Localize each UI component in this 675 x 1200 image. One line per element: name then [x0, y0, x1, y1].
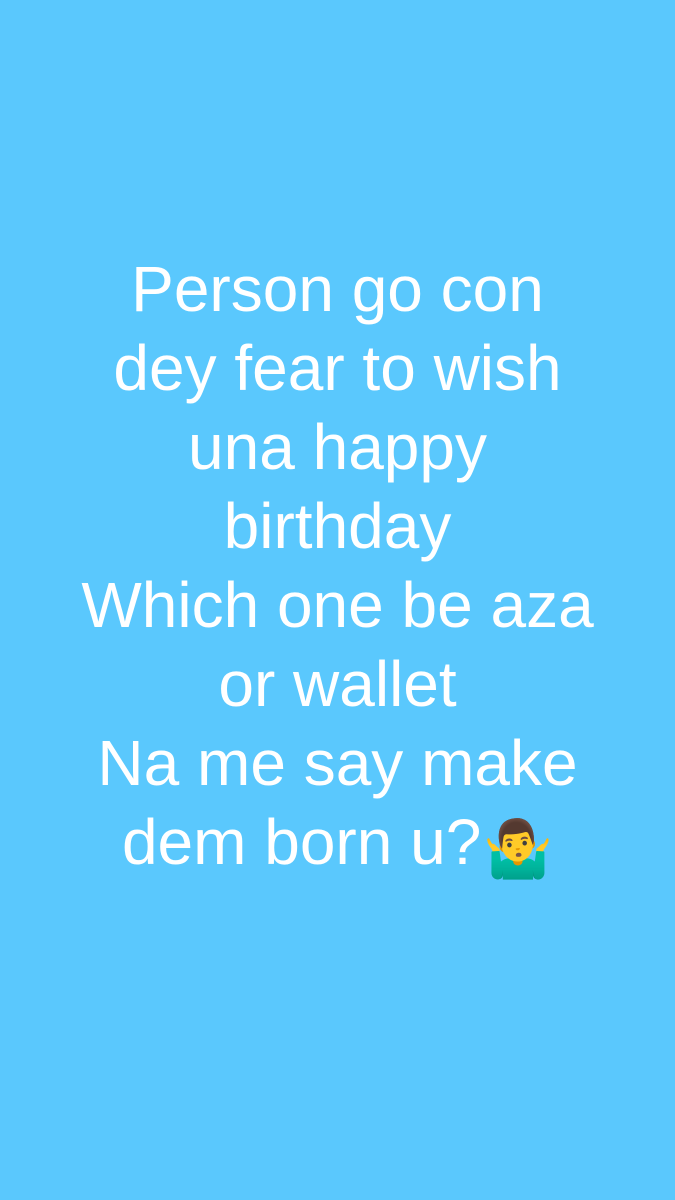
status-line-7: Na me say make: [97, 727, 578, 799]
status-text: Person go con dey fear to wish una happy…: [0, 250, 675, 882]
status-line-1: Person go con: [131, 253, 544, 325]
status-line-5: Which one be aza: [81, 569, 594, 641]
status-line-8-wrapper: dem born u?🤷‍♂️: [0, 803, 675, 882]
man-shrugging-icon: 🤷‍♂️: [483, 817, 554, 880]
text-status-card: Person go con dey fear to wish una happy…: [0, 0, 675, 1200]
status-line-4: birthday: [223, 490, 452, 562]
status-line-8: dem born u?: [121, 806, 482, 878]
status-line-3: una happy: [188, 411, 487, 483]
status-line-2: dey fear to wish: [113, 332, 562, 404]
status-line-6: or wallet: [218, 648, 457, 720]
